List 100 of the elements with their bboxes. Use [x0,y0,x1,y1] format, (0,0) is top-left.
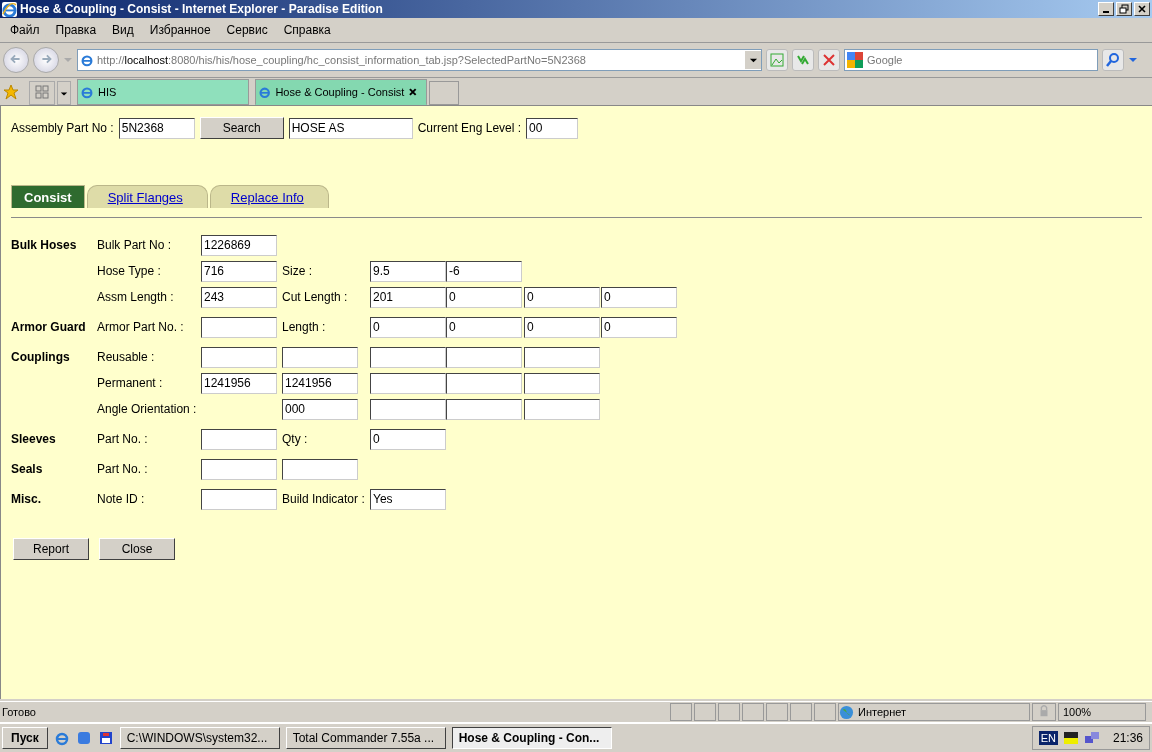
caret-icon [60,89,68,98]
search-field[interactable]: Google [844,49,1098,71]
menu-item[interactable]: Справка [275,23,339,37]
search-button[interactable] [1102,49,1124,71]
status-pane [766,703,788,721]
search-provider-icon [847,52,863,68]
assembly-part-field[interactable]: 5N2368 [118,117,195,139]
input-field[interactable]: 0 [370,316,446,338]
zone-text: Интернет [858,706,906,718]
network-icon[interactable] [1083,730,1100,746]
status-pane [718,703,740,721]
input-field[interactable]: 9.5 [370,260,446,282]
section-label: Seals [11,462,44,476]
input-field[interactable] [201,346,277,368]
field-label: Reusable : [97,350,156,364]
language-indicator[interactable]: EN [1038,731,1058,745]
address-field[interactable]: http://localhost:8080/his/his/hose_coupling/hc_consist_information_tab.jsp?SelectedPartNo=5N2368 [77,49,762,71]
restore-button[interactable] [1116,2,1132,16]
menu-item[interactable]: Вид [104,23,142,37]
field-label: Part No. : [97,432,149,446]
field-label: Armor Part No. : [97,320,185,334]
input-field[interactable]: 1241956 [201,372,277,394]
taskbar-button[interactable]: Hose & Coupling - Con... [451,727,612,749]
input-field[interactable] [201,488,277,510]
start-button[interactable]: Пуск [2,727,48,749]
input-field[interactable]: 0 [446,316,522,338]
menu-item[interactable]: Избранное [141,23,219,37]
field-label: Qty : [282,432,309,446]
action-button[interactable]: Report [13,538,89,560]
input-field[interactable] [446,372,522,394]
taskbar-button[interactable]: C:\WINDOWS\system32... [119,727,280,749]
stop-button[interactable] [818,49,840,71]
input-field[interactable]: 0 [370,428,446,450]
browser-tab[interactable]: HIS [77,79,249,105]
input-field[interactable] [446,398,522,420]
browser-logo-icon [2,1,17,17]
input-field[interactable]: 0 [601,316,677,338]
input-field[interactable] [201,428,277,450]
globe-icon [839,704,854,720]
section-label: Armor Guard [11,320,87,334]
section-label: Bulk Hoses [11,238,78,252]
field-label: Assm Length : [97,290,175,304]
input-field[interactable]: 716 [201,260,277,282]
app-icon[interactable] [75,730,92,746]
menu-item[interactable]: Файл [2,23,48,37]
input-field[interactable]: 243 [201,286,277,308]
input-field[interactable] [370,372,446,394]
input-field[interactable] [282,458,358,480]
favorites-star-icon[interactable] [3,84,19,100]
input-field[interactable] [446,346,522,368]
tab[interactable]: Replace Info [209,185,329,208]
dropdown-button[interactable] [745,51,761,69]
search-button[interactable]: Search [199,117,284,139]
input-field[interactable] [201,458,277,480]
status-pane [742,703,764,721]
input-field[interactable]: -6 [446,260,522,282]
input-field[interactable]: Yes [370,488,446,510]
input-field[interactable] [282,346,358,368]
minimize-button[interactable] [1098,2,1114,16]
input-field[interactable]: 0 [601,286,677,308]
input-field[interactable] [524,346,600,368]
input-field[interactable]: 1226869 [201,234,277,256]
section-label: Misc. [11,492,42,506]
input-field[interactable] [370,346,446,368]
tab[interactable]: Split Flanges [86,185,208,208]
dropdown-arrow-icon[interactable] [1128,55,1138,65]
zoom-button[interactable]: 100% [1058,703,1146,721]
menu-item[interactable]: Сервис [218,23,276,37]
eng-level-field[interactable]: 00 [526,117,579,139]
search-icon [1105,52,1121,68]
page-icon [80,85,94,99]
browser-logo-icon[interactable] [53,730,70,746]
input-field[interactable]: 000 [282,398,358,420]
taskbar-button[interactable]: Total Commander 7.55a ... [285,727,446,749]
input-field[interactable] [524,372,600,394]
input-field[interactable]: 1241956 [282,372,358,394]
status-pane [790,703,812,721]
assembly-part-label: Assembly Part No : [11,121,114,135]
input-field[interactable]: 0 [524,316,600,338]
input-field[interactable] [524,398,600,420]
section-label: Couplings [11,350,71,364]
menu-item[interactable]: Правка [47,23,105,37]
input-field[interactable]: 201 [370,286,446,308]
close-button[interactable] [1134,2,1150,16]
input-field[interactable]: 0 [446,286,522,308]
stop-icon [821,52,837,68]
tab-list-button[interactable] [57,81,71,105]
browser-tab[interactable]: Hose & Coupling - Consist [255,79,427,105]
tab[interactable]: Consist [11,185,85,208]
close-tab-icon[interactable] [408,87,418,97]
input-field[interactable] [370,398,446,420]
action-button[interactable]: Close [99,538,175,560]
input-field[interactable] [201,316,277,338]
field-label: Permanent : [97,376,164,390]
input-field[interactable]: 0 [524,286,600,308]
field-label: Size : [282,264,313,278]
field-label: Note ID : [97,492,146,506]
minimize-icon [1103,11,1109,13]
description-field[interactable]: HOSE AS [288,117,413,139]
tray-app-icon[interactable] [1062,730,1079,746]
